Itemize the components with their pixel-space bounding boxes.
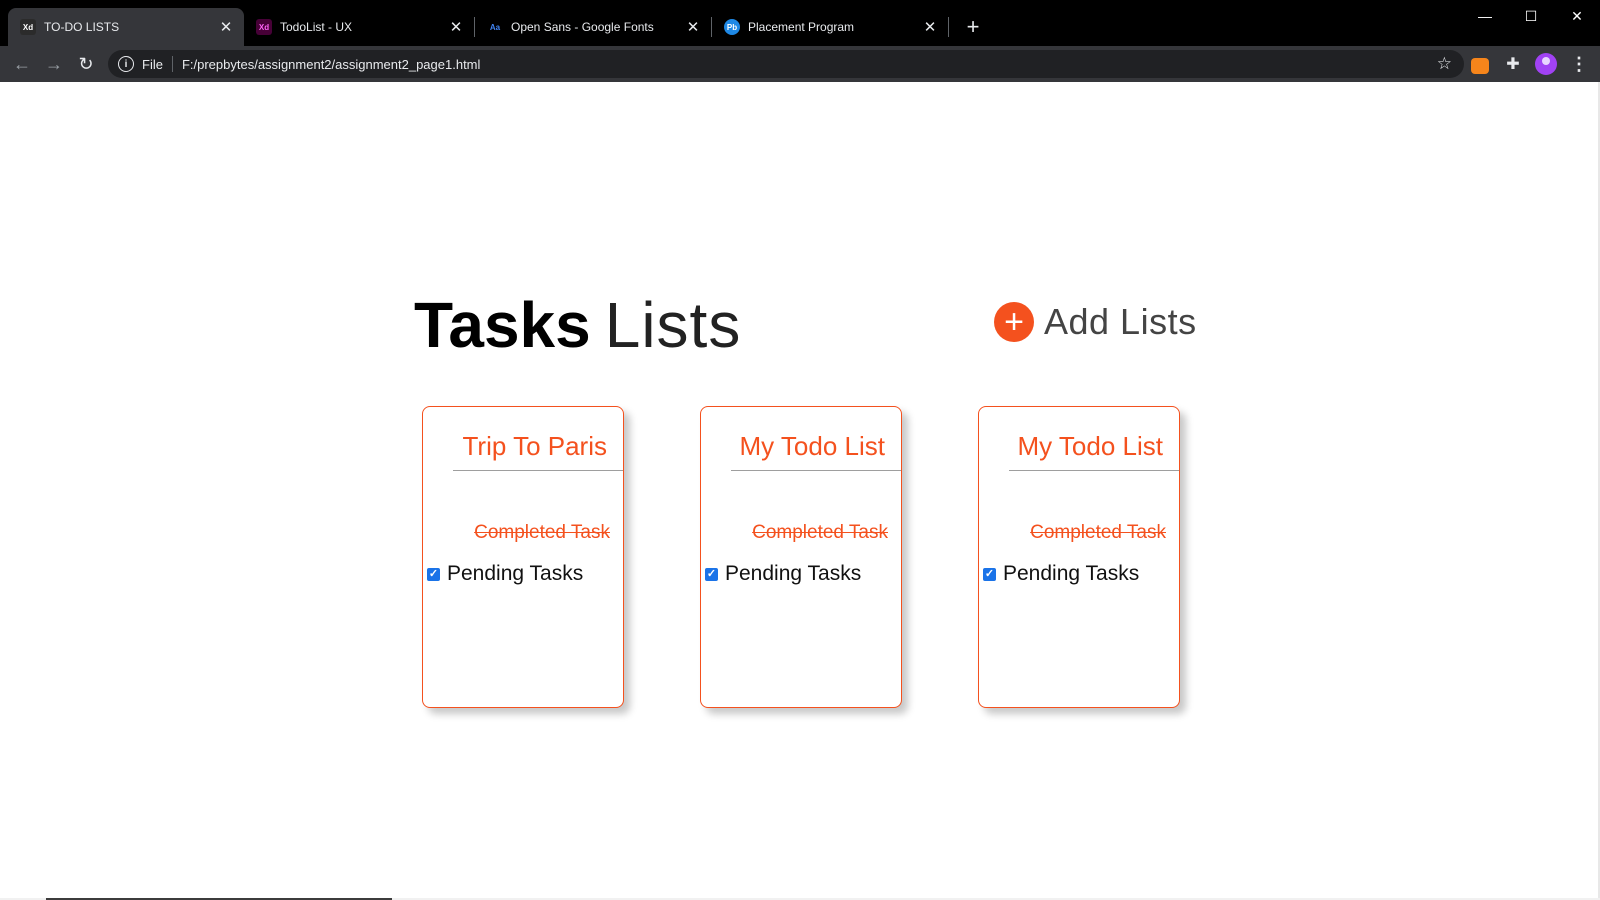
menu-kebab-icon[interactable]: ⋮ [1568,53,1590,75]
profile-avatar-icon[interactable] [1535,53,1557,75]
pending-task-item[interactable]: ✓ Pending Tasks [705,562,861,586]
completed-task[interactable]: Completed Task [752,522,888,544]
close-icon[interactable]: ✕ [448,19,464,36]
add-lists-label: Add Lists [1044,301,1197,342]
forward-arrow-icon[interactable]: → [38,49,70,79]
google-fonts-icon: Aa [487,19,503,35]
browser-toolbar: ← → ↻ i File F:/prepbytes/assignment2/as… [0,46,1600,82]
pb-icon: Pb [724,19,740,35]
card-divider [1009,470,1179,471]
minimize-icon[interactable]: — [1462,0,1508,32]
task-list-card[interactable]: My Todo List Completed Task ✓ Pending Ta… [700,406,902,708]
info-icon[interactable]: i [118,56,134,72]
pending-task-item[interactable]: ✓ Pending Tasks [427,562,583,586]
checkbox-checked-icon[interactable]: ✓ [983,567,996,581]
bookmark-star-icon[interactable]: ☆ [1437,54,1452,74]
card-title: My Todo List [739,431,885,461]
back-arrow-icon[interactable]: ← [6,49,38,79]
omnibox-divider [171,56,173,72]
card-divider [453,470,623,471]
tab-title: TO-DO LISTS [44,20,120,34]
checkbox-checked-icon[interactable]: ✓ [705,567,718,581]
url-text[interactable]: F:/prepbytes/assignment2/assignment2_pag… [182,57,480,72]
plus-circle-icon[interactable]: + [994,302,1034,342]
checkbox-checked-icon[interactable]: ✓ [427,567,440,581]
card-divider [731,470,901,471]
task-list-card[interactable]: Trip To Paris Completed Task ✓ Pending T… [422,406,624,708]
close-window-icon[interactable]: ✕ [1554,0,1600,32]
new-tab-button[interactable]: + [959,13,987,41]
pending-task-item[interactable]: ✓ Pending Tasks [983,562,1139,586]
url-scheme-label: File [142,56,163,72]
xd-icon: Xd [20,19,36,35]
close-icon[interactable]: ✕ [685,19,701,36]
add-lists-button[interactable]: + Add Lists [994,301,1197,343]
pending-task-label: Pending Tasks [725,562,862,585]
pending-task-label: Pending Tasks [447,562,584,585]
completed-task[interactable]: Completed Task [474,522,610,544]
tab-title: Placement Program [748,20,855,34]
pending-task-label: Pending Tasks [1003,562,1140,585]
metamask-fox-icon[interactable] [1469,53,1491,75]
page-title-light: Lists [604,289,742,361]
close-icon[interactable]: ✕ [218,19,234,36]
address-bar[interactable]: i File F:/prepbytes/assignment2/assignme… [108,50,1464,78]
page-title-bold: Tasks [414,289,591,361]
maximize-icon[interactable]: ☐ [1508,0,1554,32]
extensions-puzzle-icon[interactable]: ✚ [1502,53,1524,75]
window-controls: — ☐ ✕ [1462,0,1600,32]
tab-todolist-ux[interactable]: Xd TodoList - UX ✕ [244,8,474,46]
tab-title: Open Sans - Google Fonts [511,20,654,34]
reload-icon[interactable]: ↻ [70,49,102,79]
tab-title: TodoList - UX [280,20,353,34]
xd-icon: Xd [256,19,272,35]
browser-tabstrip: Xd TO-DO LISTS ✕ Xd TodoList - UX ✕ Aa O… [0,0,1600,46]
tab-separator [948,17,949,37]
page-title: Tasks Lists [414,288,741,362]
card-title: Trip To Paris [462,431,608,461]
tab-to-do-lists[interactable]: Xd TO-DO LISTS ✕ [8,8,244,46]
task-list-card[interactable]: My Todo List Completed Task ✓ Pending Ta… [978,406,1180,708]
card-title: My Todo List [1017,431,1163,461]
completed-task[interactable]: Completed Task [1030,522,1166,544]
close-icon[interactable]: ✕ [922,19,938,36]
tab-open-sans-google-fonts[interactable]: Aa Open Sans - Google Fonts ✕ [475,8,711,46]
tab-placement-program[interactable]: Pb Placement Program ✕ [712,8,948,46]
